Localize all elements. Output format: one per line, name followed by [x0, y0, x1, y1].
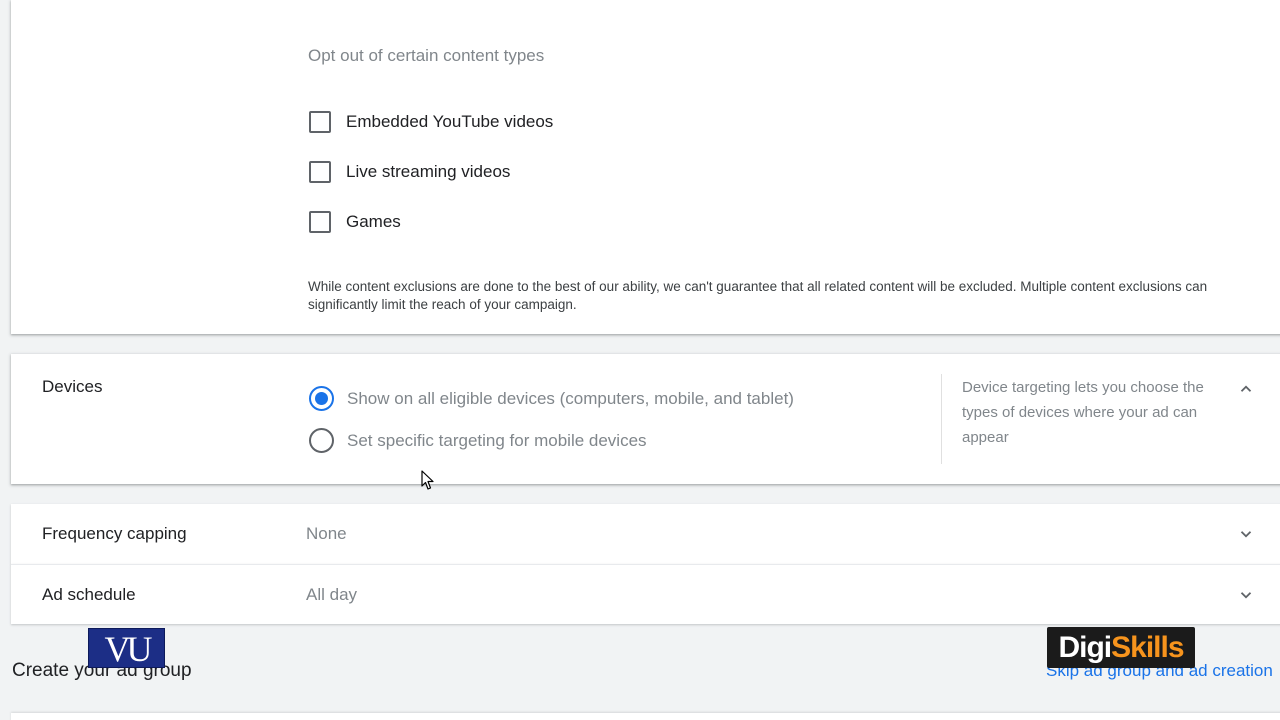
mobile-targeting-radio[interactable]	[309, 428, 334, 453]
digiskills-logo: DigiSkills	[1047, 627, 1195, 668]
campaign-settings-page: Opt out of certain content types Embedde…	[0, 0, 1280, 720]
exclusion-option-games[interactable]: Games	[309, 210, 401, 234]
devices-card: Devices Show on all eligible devices (co…	[11, 354, 1280, 484]
digiskills-logo-part1: Digi	[1058, 631, 1112, 664]
mobile-targeting-label: Set specific targeting for mobile device…	[347, 430, 647, 450]
frequency-capping-row[interactable]: Frequency capping None	[11, 504, 1280, 564]
chevron-up-icon[interactable]	[1237, 380, 1255, 398]
ad-schedule-value: All day	[306, 585, 358, 604]
embedded-youtube-checkbox[interactable]	[309, 111, 331, 133]
devices-title: Devices	[42, 377, 103, 396]
all-devices-label: Show on all eligible devices (computers,…	[347, 388, 794, 408]
devices-option-mobile[interactable]: Set specific targeting for mobile device…	[309, 428, 647, 453]
exclusion-option-live-streaming[interactable]: Live streaming videos	[309, 160, 510, 184]
content-exclusions-card: Opt out of certain content types Embedde…	[11, 0, 1280, 334]
mouse-pointer-icon	[421, 470, 434, 490]
ad-schedule-row[interactable]: Ad schedule All day	[11, 564, 1280, 624]
live-streaming-checkbox[interactable]	[309, 161, 331, 183]
content-exclusions-note: While content exclusions are done to the…	[308, 279, 1208, 312]
live-streaming-label: Live streaming videos	[346, 162, 511, 181]
devices-option-all[interactable]: Show on all eligible devices (computers,…	[309, 386, 794, 411]
content-exclusions-heading: Opt out of certain content types	[308, 46, 545, 65]
all-devices-radio[interactable]	[309, 386, 334, 411]
exclusion-option-embedded-youtube[interactable]: Embedded YouTube videos	[309, 110, 553, 134]
digiskills-logo-part2: Skills	[1111, 631, 1184, 664]
chevron-down-icon[interactable]	[1237, 525, 1255, 543]
games-label: Games	[346, 212, 401, 231]
vu-logo: VU	[88, 628, 165, 669]
games-checkbox[interactable]	[309, 211, 331, 233]
embedded-youtube-label: Embedded YouTube videos	[346, 112, 554, 131]
devices-divider	[941, 374, 942, 464]
ad-schedule-title: Ad schedule	[42, 585, 136, 604]
frequency-capping-value: None	[306, 524, 347, 543]
devices-help-text: Device targeting lets you choose the typ…	[962, 379, 1204, 446]
frequency-capping-title: Frequency capping	[42, 524, 187, 543]
ad-group-card	[11, 713, 1280, 720]
chevron-down-icon[interactable]	[1237, 586, 1255, 604]
